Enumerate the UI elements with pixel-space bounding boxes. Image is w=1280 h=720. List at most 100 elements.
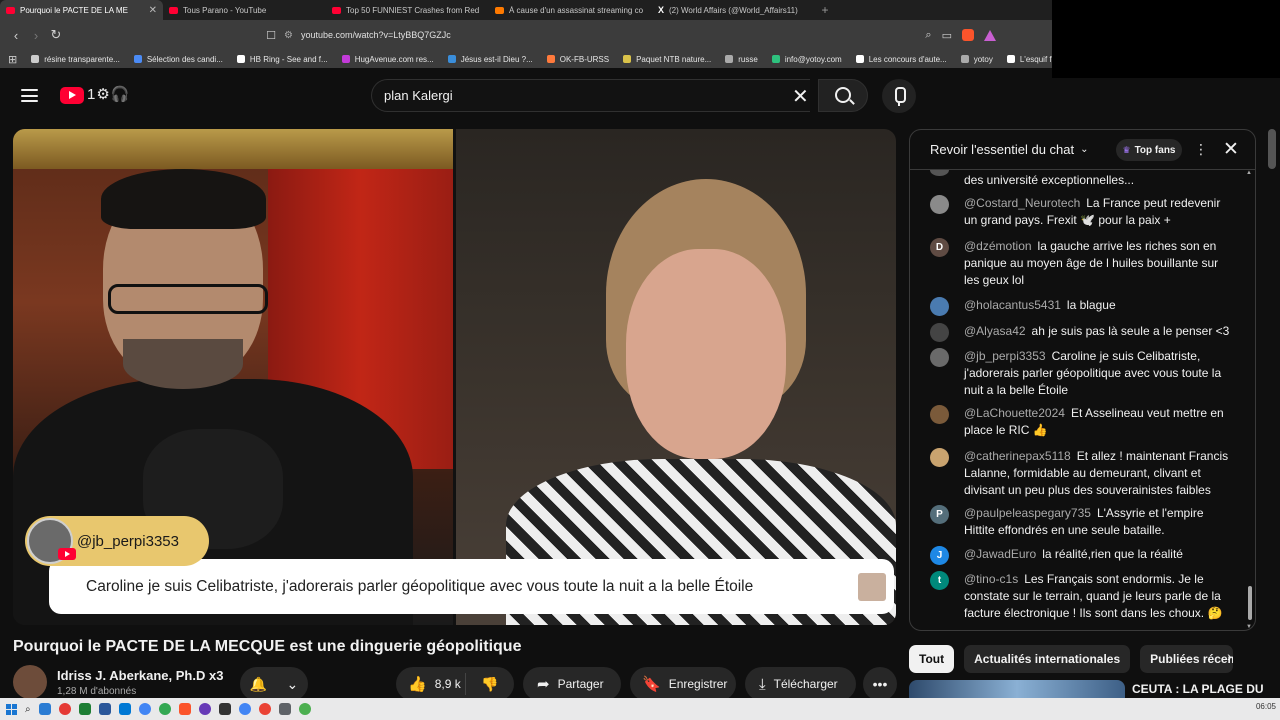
tab-close-icon[interactable]: ✕ [149,5,157,16]
new-tab-button[interactable]: + [815,0,835,20]
bookmark-favicon-icon [623,55,632,63]
cast-icon[interactable]: ▭ [942,29,952,42]
voice-search-button[interactable] [882,79,916,113]
message-author[interactable]: @JawadEuro [964,547,1036,561]
tab-3[interactable]: À cause d'un assassinat streaming co [489,0,652,20]
save-button[interactable]: 🔖 Enregistrer [630,667,736,701]
reload-icon[interactable]: ↻ [46,27,66,43]
app-icon[interactable] [278,703,291,715]
chevron-right-icon[interactable]: › [1227,648,1232,664]
recommended-title[interactable]: CEUTA : LA PLAGE DU [1132,682,1264,696]
like-button[interactable]: 👍 8,9 k [396,673,466,695]
bookmark-favicon-icon [31,55,40,63]
bookmark-item[interactable]: Sélection des candi... [133,55,223,64]
youtube-logo-icon[interactable] [60,87,84,104]
chat-messages[interactable]: des université exceptionnelles... @Costa… [910,170,1255,630]
app-icon[interactable] [158,703,171,715]
chip-international-news[interactable]: Actualités internationales [964,645,1131,673]
search-icon[interactable]: ⌕ [25,704,31,715]
video-player[interactable]: Caroline je suis Celibatriste, j'adorera… [13,129,896,625]
top-fans-button[interactable]: ♛ Top fans [1116,139,1182,161]
app-icon[interactable] [138,703,151,715]
bookmark-item[interactable]: info@yotoy.com [771,55,842,64]
channel-avatar[interactable] [13,665,47,699]
windows-start-icon[interactable] [6,703,17,715]
scrollbar-thumb[interactable] [1248,586,1252,620]
zoom-icon[interactable]: ⌕ [925,29,931,42]
bookmark-folder[interactable]: yotoy [960,55,993,64]
app-icon[interactable] [118,703,131,715]
tab-strip: Pourquoi le PACTE DE LA ME ✕ Tous Parano… [0,0,1052,20]
message-author[interactable]: @tino-c1s [964,572,1018,586]
brave-shield-icon[interactable] [962,29,974,41]
message-author[interactable]: @catherinepax5118 [964,449,1071,463]
more-actions-button[interactable]: ••• [863,667,897,701]
bookmark-item[interactable]: résine transparente... [31,55,120,64]
host-beard [123,339,243,389]
app-icon[interactable] [58,703,71,715]
message-author[interactable]: @dzémotion [964,239,1032,253]
bookmark-page-icon[interactable]: ☐ [262,29,280,42]
scroll-down-icon[interactable]: ▼ [1246,624,1252,630]
rewards-triangle-icon[interactable] [984,29,996,41]
channel-name[interactable]: Idriss J. Aberkane, Ph.D x3 [57,668,223,683]
chip-recent[interactable]: Publiées récem [1140,645,1234,673]
page-scrollbar[interactable] [1268,129,1276,169]
message-author[interactable]: @holacantus5431 [964,298,1061,312]
url-text: youtube.com/watch?v=LtyBBQ7GZJc [300,30,451,40]
app-icon[interactable] [198,703,211,715]
bookmark-item[interactable]: L'esquif f [1006,55,1052,64]
chevron-down-icon[interactable]: ⌄ [1080,144,1088,155]
search-button[interactable] [818,79,868,112]
chat-close-icon[interactable]: ✕ [1223,138,1239,161]
notification-bell-button[interactable]: 🔔 ⌄ [240,667,308,701]
chat-message: @LaChouette2024 Et Asselineau veut mettre… [930,405,1232,439]
bookmark-item[interactable]: OK-FB-URSS [546,55,609,64]
bookmark-item[interactable]: HugAvenue.com res... [341,55,434,64]
download-button[interactable]: ⤓ Télécharger [745,667,856,701]
taskbar-clock[interactable]: 06:05 [1256,702,1276,711]
message-author[interactable]: @Costard_Neurotech [964,196,1080,210]
app-icon[interactable] [98,703,111,715]
app-icon[interactable] [238,703,251,715]
tab-1[interactable]: Tous Parano - YouTube [163,0,326,20]
bookmark-item[interactable]: Jésus est-il Dieu ?... [447,55,533,64]
x-favicon-icon: X [658,5,665,15]
message-author[interactable]: @LaChouette2024 [964,406,1065,420]
back-arrow-icon[interactable]: ‹ [6,28,26,43]
share-button[interactable]: ➦ Partager [523,667,621,701]
dislike-button[interactable]: 👎 [466,676,514,693]
app-icon[interactable] [78,703,91,715]
chat-header-title[interactable]: Revoir l'essentiel du chat [930,142,1074,157]
app-icon[interactable] [38,703,51,715]
message-author[interactable]: @Alyasa42 [964,324,1026,338]
youtube-favicon-icon [169,6,178,14]
forward-arrow-icon[interactable]: › [26,28,46,43]
bookmark-folder[interactable]: russe [725,55,758,64]
site-info-icon[interactable]: ⚙ [284,30,293,41]
recommended-thumbnail[interactable] [909,680,1125,698]
bookmark-item[interactable]: Les concours d'aute... [855,55,947,64]
app-icon[interactable] [218,703,231,715]
chat-menu-icon[interactable]: ⋮ [1194,141,1208,158]
app-icon[interactable] [258,703,271,715]
app-icon[interactable] [298,703,311,715]
tab-4[interactable]: X (2) World Affairs (@World_Affairs11) [652,0,815,20]
chip-all[interactable]: Tout [909,645,955,673]
apps-grid-icon[interactable]: ⊞ [8,53,17,66]
logo-doodle[interactable]: 1⚙🎧 [87,85,130,103]
bookmark-item[interactable]: HB Ring - See and f... [236,55,328,64]
bookmark-item[interactable]: Paquet NTB nature... [623,55,711,64]
tab-0[interactable]: Pourquoi le PACTE DE LA ME ✕ [0,0,163,20]
url-field[interactable]: ⚙ youtube.com/watch?v=LtyBBQ7GZJc [284,24,884,46]
message-author[interactable]: @paulpeleaspegary735 [964,506,1091,520]
scroll-up-icon[interactable]: ▲ [1246,170,1252,176]
brave-app-icon[interactable] [178,703,191,715]
chat-scrollbar[interactable]: ▲ ▼ [1246,170,1254,630]
clear-search-icon[interactable]: ✕ [792,84,809,109]
message-author[interactable]: @jb_perpi3353 [964,349,1046,363]
tab-2[interactable]: Top 50 FUNNIEST Crashes from Red [326,0,489,20]
hamburger-menu-icon[interactable] [21,89,38,102]
search-input[interactable]: plan Kalergi [371,79,810,112]
chat-message: t @tino-c1s Les Français sont endormis. J… [930,571,1232,622]
